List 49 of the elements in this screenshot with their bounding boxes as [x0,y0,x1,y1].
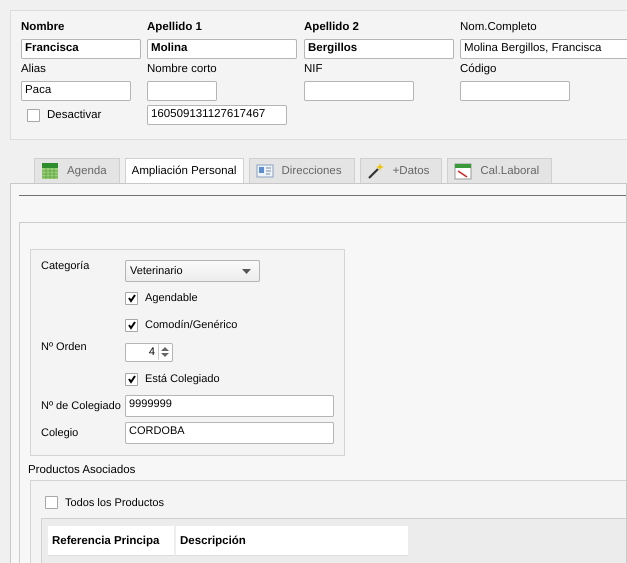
text-field[interactable]: Bergillos [304,39,454,59]
field-label: Apellido 1 [147,21,203,35]
spin-arrows-icon [158,344,171,360]
text-field[interactable]: CORDOBA [125,422,334,444]
field-label: NIF [304,63,324,77]
text-field[interactable]: 9999999 [125,395,334,417]
field-label: Alias [21,63,47,77]
column-header[interactable]: Referencia Principa [48,526,176,556]
checkbox[interactable] [125,292,138,304]
id-card-icon [256,162,274,180]
text-field[interactable]: Molina [147,39,297,59]
field-label: Nº de Colegiado [41,400,122,412]
checkbox[interactable] [125,372,138,386]
checkbox[interactable] [27,108,40,122]
checkbox-label: Todos los Productos [65,496,164,508]
caret-icon [242,268,251,274]
field-label: Colegio [41,427,80,439]
text-field[interactable]: Molina Bergillos, Francisca [460,39,627,59]
checkbox-label: Comodín/Genérico [145,319,238,331]
text-field[interactable]: 160509131127617467 [147,105,287,125]
field-label: Nombre corto [147,63,218,77]
field-label: Categoría [41,260,90,272]
number-spinner[interactable]: 4 [125,342,173,362]
tab[interactable]: Cal.Laboral [447,158,552,183]
tab[interactable]: Direcciones [248,158,355,183]
field-label: Nombre [21,21,66,35]
checkbox-label: Desactivar [47,109,102,121]
field-label: Apellido 2 [304,21,360,35]
text-field[interactable] [304,81,414,101]
text-field[interactable] [460,81,570,101]
text-field[interactable] [147,81,217,101]
checkbox-label: Está Colegiado [145,373,220,385]
magic-wand-icon [366,162,385,180]
category-dropdown[interactable]: Veterinario [125,260,260,282]
checkbox-label: Agendable [145,292,198,304]
column-header[interactable]: Descripción [176,526,408,556]
calendar-icon [454,162,472,180]
field-label: Nom.Completo [460,21,538,35]
checkbox[interactable] [125,318,138,332]
section-title: Productos Asociados [28,464,136,476]
tab[interactable]: Ampliación Personal [124,158,244,183]
checkbox[interactable] [45,496,58,509]
field-label: Código [460,63,498,77]
field-label: Nº Orden [41,341,88,353]
tab[interactable]: +Datos [360,158,442,183]
calendar-grid-icon [41,162,59,180]
text-field[interactable]: Francisca [21,39,141,59]
tab[interactable]: Agenda [34,158,120,183]
text-field[interactable]: Paca [21,81,131,101]
